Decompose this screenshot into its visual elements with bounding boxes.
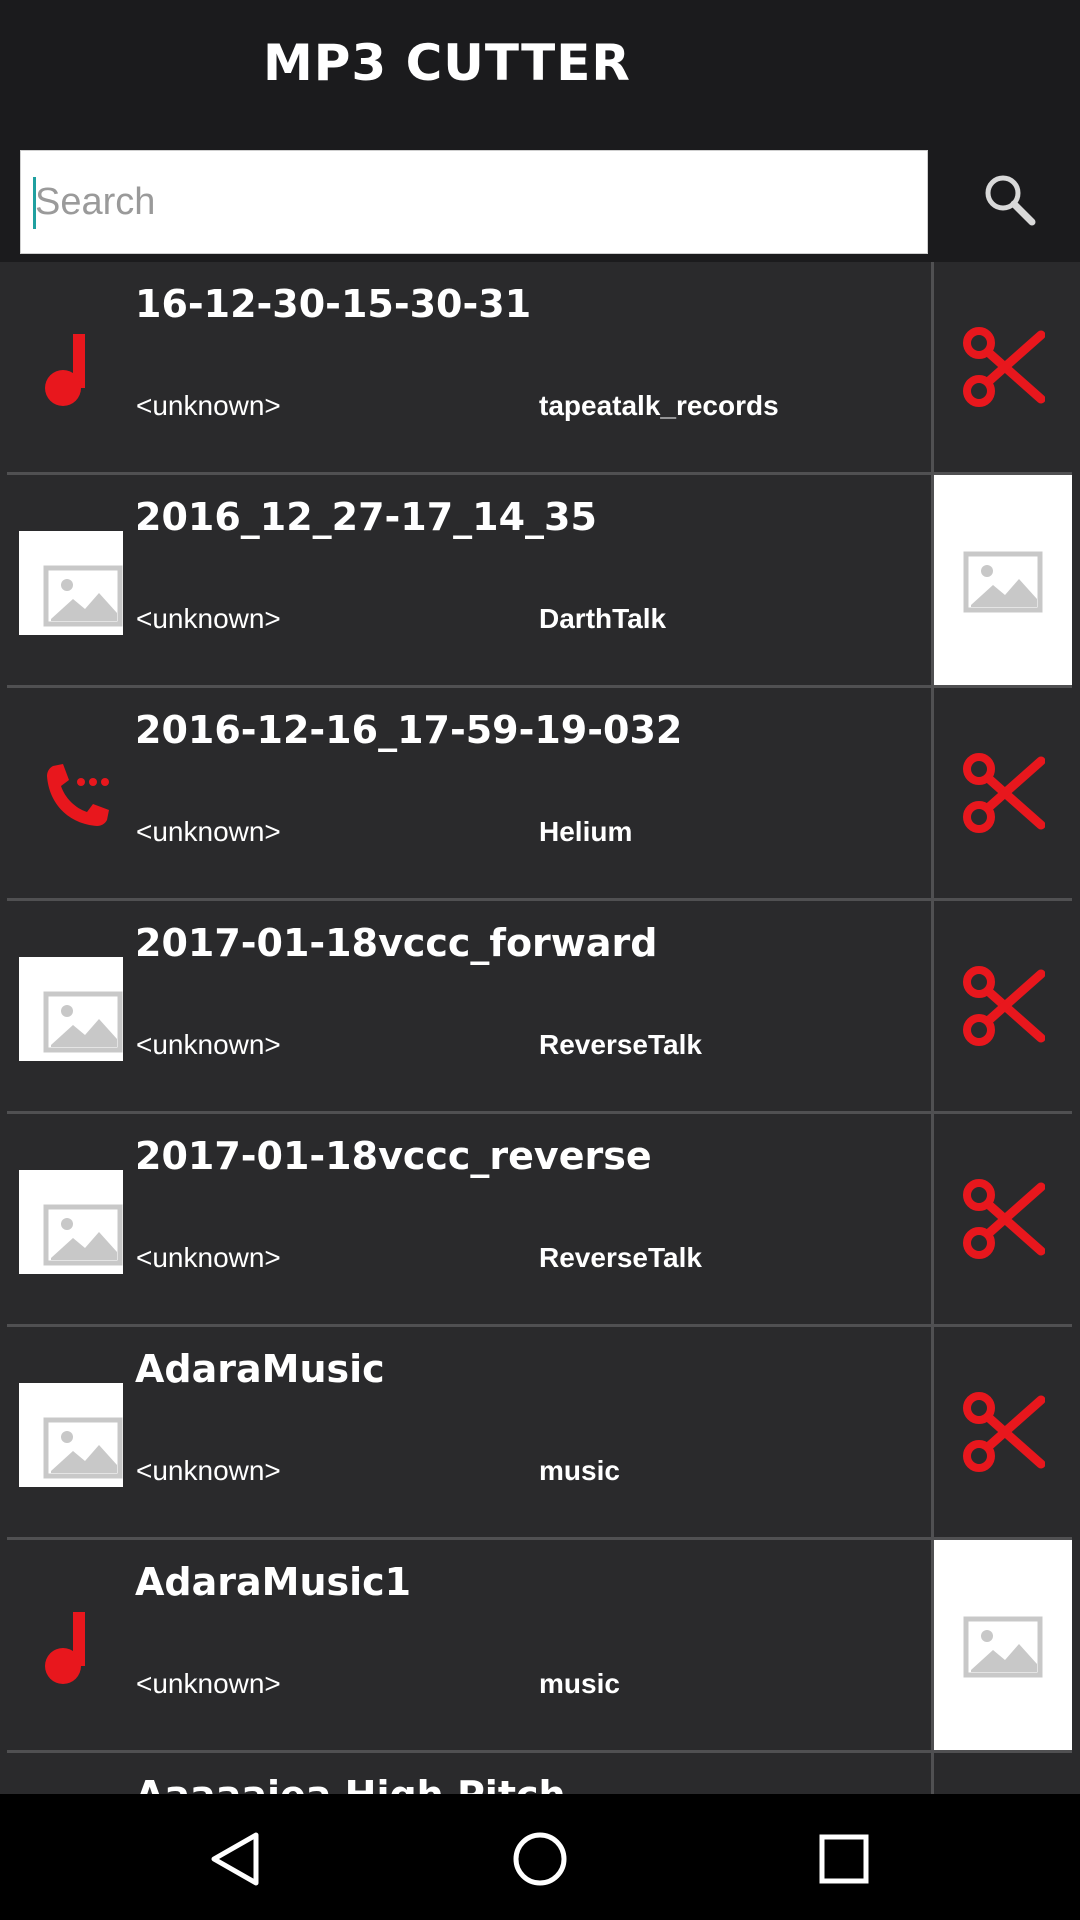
song-album: music <box>539 1455 620 1486</box>
list-item[interactable]: 2017-01-18vccc_forward <unknown> ReverseTa… <box>7 901 1072 1114</box>
back-button[interactable] <box>196 1819 276 1899</box>
music-note-icon <box>37 330 107 415</box>
back-triangle-icon <box>211 1832 259 1886</box>
song-thumbnail <box>19 1596 123 1700</box>
song-album: ReverseTalk <box>539 1242 702 1273</box>
song-thumbnail <box>19 531 123 635</box>
album-art <box>934 1540 1072 1750</box>
navigation-bar <box>0 1794 1080 1920</box>
recents-square-icon <box>819 1834 869 1884</box>
cut-button[interactable] <box>934 1114 1072 1324</box>
list-item[interactable]: AdaraMusic1 <unknown> music <box>7 1540 1072 1753</box>
column-divider <box>931 1753 934 1794</box>
recents-button[interactable] <box>804 1819 884 1899</box>
cut-button[interactable] <box>934 1327 1072 1537</box>
song-title: AdaraMusic1 <box>135 1560 412 1604</box>
song-title: 16-12-30-15-30-31 <box>135 282 532 326</box>
song-artist: <unknown> <box>136 390 281 421</box>
search-box[interactable] <box>20 150 928 254</box>
song-title: AdaraMusic <box>135 1347 385 1391</box>
search-input[interactable] <box>31 151 915 253</box>
song-title: 2016-12-16_17-59-19-032 <box>135 708 683 752</box>
list-item[interactable]: Aaaaaiea High Pitch <box>7 1753 1072 1794</box>
song-thumbnail <box>19 318 123 422</box>
album-art <box>934 475 1072 685</box>
song-artist: <unknown> <box>136 603 281 634</box>
song-album: tapeatalk_records <box>539 390 779 421</box>
song-title: Aaaaaiea High Pitch <box>135 1773 566 1794</box>
search-button[interactable] <box>980 170 1040 230</box>
song-album: DarthTalk <box>539 603 667 634</box>
song-artist: <unknown> <box>136 1029 281 1060</box>
song-list[interactable]: 16-12-30-15-30-31 <unknown> tapeatalk_reco… <box>7 262 1072 1794</box>
song-artist: <unknown> <box>136 1455 281 1486</box>
cut-button[interactable] <box>934 901 1072 1111</box>
song-thumbnail <box>19 1170 123 1274</box>
song-title: 2017-01-18vccc_forward <box>135 921 658 965</box>
home-button[interactable] <box>500 1819 580 1899</box>
search-bar <box>0 130 1080 262</box>
list-item[interactable]: 16-12-30-15-30-31 <unknown> tapeatalk_reco… <box>7 262 1072 475</box>
song-album: Helium <box>539 816 633 847</box>
home-circle-icon <box>513 1832 567 1886</box>
song-album: ReverseTalk <box>539 1029 702 1060</box>
song-title: 2017-01-18vccc_reverse <box>135 1134 652 1178</box>
list-item[interactable]: 2016_12_27-17_14_35 <unknown> DarthTalk <box>7 475 1072 688</box>
app-title: MP3 CUTTER <box>263 34 631 92</box>
list-item[interactable]: AdaraMusic <unknown> music <box>7 1327 1072 1540</box>
song-thumbnail <box>19 744 123 848</box>
song-title: 2016_12_27-17_14_35 <box>135 495 597 539</box>
text-cursor <box>33 177 36 229</box>
song-thumbnail <box>19 957 123 1061</box>
cut-button[interactable] <box>934 688 1072 898</box>
song-artist: <unknown> <box>136 1668 281 1699</box>
phone-call-icon <box>37 756 117 841</box>
app-bar: MP3 CUTTER <box>0 0 1080 130</box>
music-note-icon <box>37 1608 107 1693</box>
song-artist: <unknown> <box>136 816 281 847</box>
song-album: music <box>539 1668 620 1699</box>
list-item[interactable]: 2016-12-16_17-59-19-032 <unknown> Helium <box>7 688 1072 901</box>
cut-button[interactable] <box>934 262 1072 472</box>
song-artist: <unknown> <box>136 1242 281 1273</box>
list-item[interactable]: 2017-01-18vccc_reverse <unknown> ReverseTa… <box>7 1114 1072 1327</box>
song-thumbnail <box>19 1383 123 1487</box>
search-icon <box>985 175 1036 226</box>
